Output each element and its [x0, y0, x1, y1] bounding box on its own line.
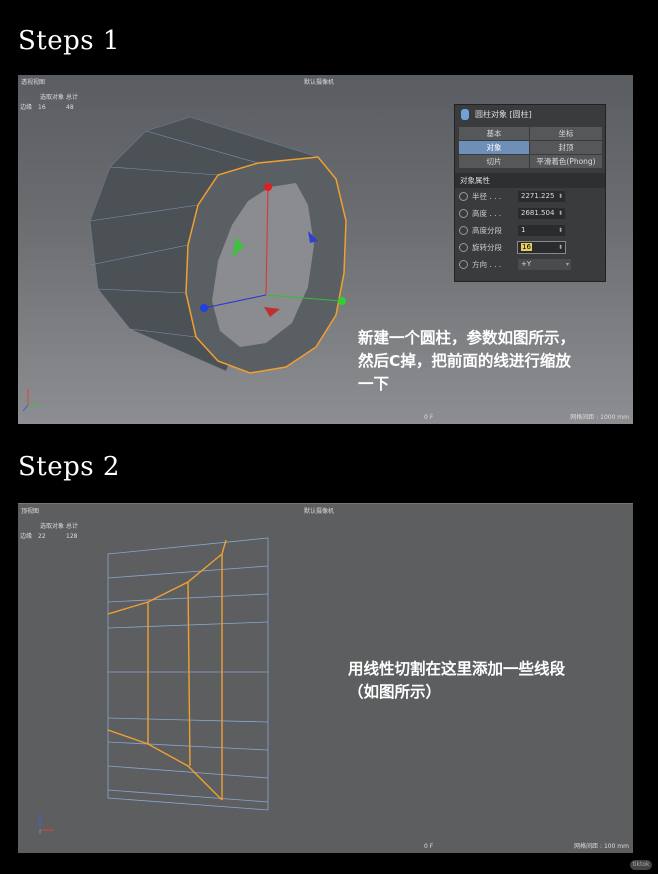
orientation-dropdown[interactable]: +Y ▾ — [518, 259, 571, 270]
stepper-icon[interactable]: ⬍ — [558, 225, 563, 236]
panel-header: 圆柱对象 [圆柱] — [455, 105, 605, 125]
prop-height: 高度 . . . 2681.504 ⬍ — [455, 205, 605, 222]
radius-field[interactable]: 2271.225 ⬍ — [518, 191, 565, 202]
height-segments-value: 1 — [521, 226, 526, 234]
step-1-title: Steps 1 — [18, 26, 120, 56]
tab-caps[interactable]: 封顶 — [530, 141, 602, 154]
stepper-icon[interactable]: ⬍ — [558, 191, 563, 202]
tab-slice[interactable]: 切片 — [459, 155, 529, 168]
radius-value: 2271.225 — [521, 192, 555, 200]
prop-orientation: 方向 . . . +Y ▾ — [455, 256, 605, 273]
prop-label: 高度分段 — [472, 226, 502, 235]
axis-indicator — [22, 389, 40, 412]
tab-phong[interactable]: 平滑着色(Phong) — [530, 155, 602, 168]
perspective-viewport[interactable]: 透视视图 默认摄像机 选取对象 总计 边缘 16 48 圆柱对象 [圆柱] 基本… — [18, 75, 633, 424]
panel-tabs: 基本 坐标 对象 封顶 切片 平滑着色(Phong) — [455, 125, 605, 170]
section-header: 对象属性 — [455, 173, 605, 188]
stepper-icon[interactable]: ⬍ — [558, 242, 563, 253]
panel-title: 圆柱对象 [圆柱] — [475, 110, 532, 119]
step-2-title: Steps 2 — [18, 452, 120, 482]
radio-icon[interactable] — [459, 192, 468, 201]
caption-line: 新建一个圆柱，参数如图所示， — [358, 329, 576, 347]
tab-object[interactable]: 对象 — [459, 141, 529, 154]
prop-label: 半径 . . . — [472, 192, 502, 201]
step-1-caption: 新建一个圆柱，参数如图所示， 然后C掉，把前面的线进行缩放 一下 — [358, 327, 575, 396]
caption-line: 一下 — [358, 375, 390, 393]
top-viewport[interactable]: 顶视图 默认摄像机 选取对象 总计 边缘 22 128 用线性切割在这里添加一些… — [18, 503, 633, 853]
prop-label: 旋转分段 — [472, 243, 502, 252]
radio-icon[interactable] — [459, 226, 468, 235]
stepper-icon[interactable]: ⬍ — [558, 208, 563, 219]
tab-basic[interactable]: 基本 — [459, 127, 529, 140]
caption-line: （如图所示） — [348, 683, 442, 701]
axis-indicator — [39, 814, 54, 834]
prop-radius: 半径 . . . 2271.225 ⬍ — [455, 188, 605, 205]
chevron-down-icon: ▾ — [565, 261, 569, 268]
prop-label: 方向 . . . — [472, 260, 502, 269]
step-2-caption: 用线性切割在这里添加一些线段 （如图所示） — [348, 658, 565, 704]
cylinder-attributes-panel: 圆柱对象 [圆柱] 基本 坐标 对象 封顶 切片 平滑着色(Phong) 对象属… — [454, 104, 606, 282]
grid-spacing: 网格间距 : 100 mm — [574, 843, 629, 850]
caption-line: 用线性切割在这里添加一些线段 — [348, 660, 566, 678]
frame-counter: 0 F — [424, 843, 434, 850]
tab-coord[interactable]: 坐标 — [530, 127, 602, 140]
height-field[interactable]: 2681.504 ⬍ — [518, 208, 565, 219]
caption-line: 然后C掉，把前面的线进行缩放 — [358, 352, 571, 370]
radio-icon[interactable] — [459, 260, 468, 269]
rotation-segments-value: 16 — [521, 243, 532, 251]
radio-icon[interactable] — [459, 209, 468, 218]
prop-label: 高度 . . . — [472, 209, 502, 218]
cut-lines — [107, 539, 227, 801]
prop-height-segments: 高度分段 1 ⬍ — [455, 222, 605, 239]
mesh-grid-lines — [107, 537, 269, 811]
grid-spacing: 网格间距 : 1000 mm — [570, 414, 629, 421]
cylinder-icon — [461, 109, 469, 120]
orientation-value: +Y — [521, 260, 532, 268]
watermark-badge: tiktok — [630, 860, 652, 870]
prop-rotation-segments: 旋转分段 16 ⬍ — [455, 239, 605, 256]
rotation-segments-field[interactable]: 16 ⬍ — [517, 241, 566, 254]
radio-icon[interactable] — [459, 243, 468, 252]
height-value: 2681.504 — [521, 209, 555, 217]
height-segments-field[interactable]: 1 ⬍ — [518, 225, 565, 236]
frame-counter: 0 F — [424, 414, 434, 421]
